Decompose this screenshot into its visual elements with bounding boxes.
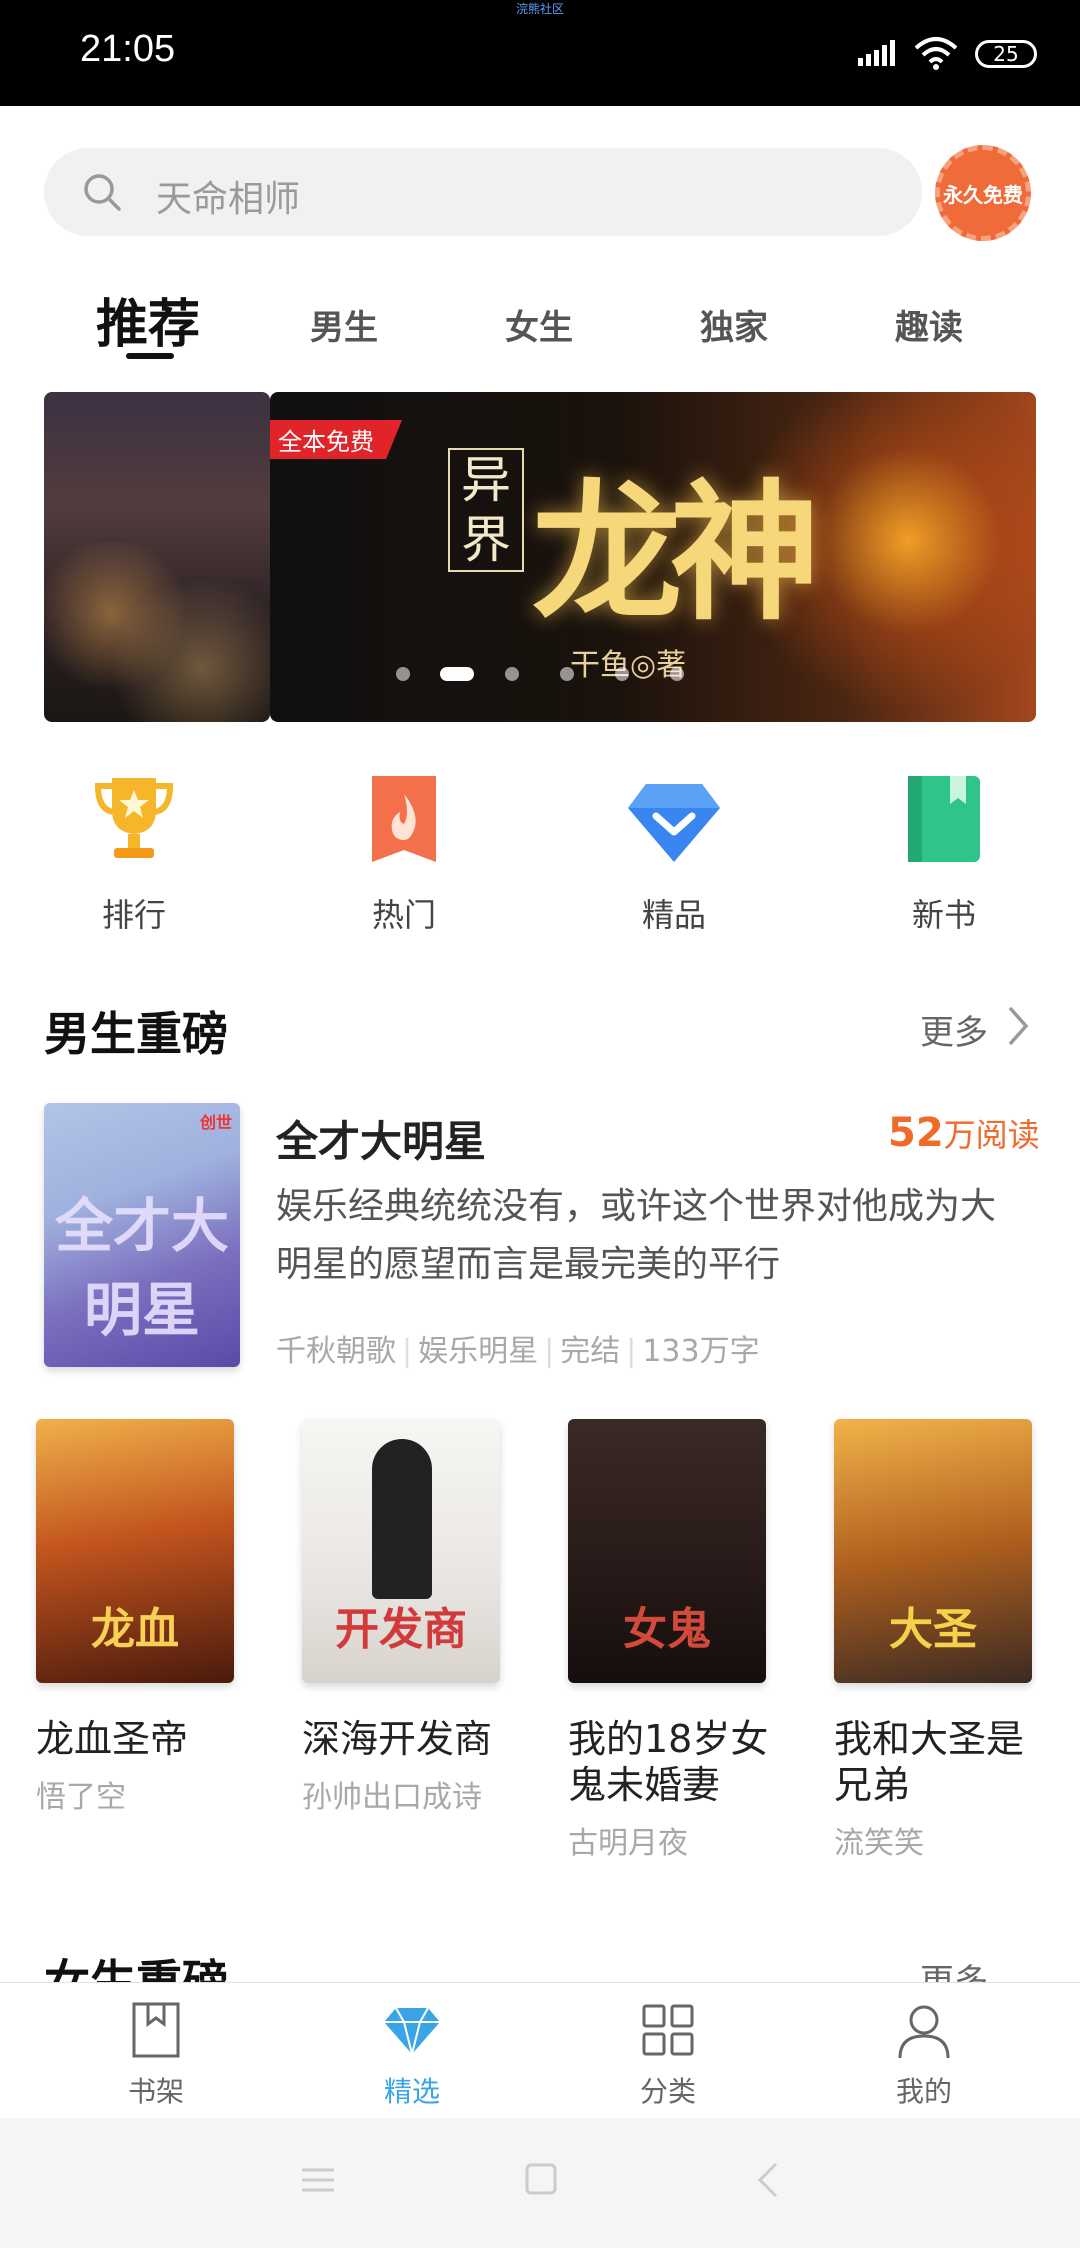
nav-profile[interactable]: 我的	[864, 2070, 984, 2110]
book-author: 流笑笑	[834, 1826, 924, 1861]
carousel-dot[interactable]	[615, 667, 629, 681]
tab-fun-read[interactable]: 趣读	[895, 300, 963, 349]
cover-text: 龙血	[91, 1604, 179, 1655]
cover-text: 开发商	[335, 1604, 467, 1655]
nav-category[interactable]: 分类	[608, 2070, 728, 2110]
featured-book-cover[interactable]: 创世 全才大明星	[44, 1103, 240, 1367]
read-count-unit: 万阅读	[943, 1116, 1040, 1154]
book-title[interactable]: 我的18岁女鬼未婚妻	[568, 1716, 778, 1808]
status-bar: 浣熊社区 21:05 25	[0, 0, 1080, 106]
book-cover[interactable]: 大圣	[834, 1419, 1032, 1683]
book-author: 古明月夜	[568, 1826, 688, 1861]
book-title[interactable]: 龙血圣帝	[36, 1716, 266, 1762]
diamond-icon[interactable]	[382, 2000, 442, 2060]
featured-book-title[interactable]: 全才大明星	[276, 1108, 486, 1169]
book-icon[interactable]	[894, 770, 994, 870]
system-navigation-bar	[0, 2118, 1080, 2248]
quick-link-hot[interactable]: 热门	[324, 890, 484, 936]
tab-exclusive[interactable]: 独家	[700, 300, 768, 349]
quick-link-premium[interactable]: 精品	[594, 890, 754, 936]
book-author: 千秋朝歌	[276, 1334, 396, 1369]
book-word-count: 133万字	[642, 1334, 760, 1369]
section-title-male: 男生重磅	[44, 1007, 228, 1061]
book-author: 孙帅出口成诗	[302, 1780, 482, 1815]
carousel-dot[interactable]	[396, 667, 410, 681]
cover-text: 女鬼	[623, 1604, 711, 1655]
carousel-dot[interactable]	[505, 667, 519, 681]
signal-icon	[858, 40, 895, 66]
tab-recommend[interactable]: 推荐	[96, 282, 200, 357]
book-cover[interactable]: 龙血	[36, 1419, 234, 1683]
tab-female[interactable]: 女生	[505, 300, 573, 349]
free-badge[interactable]: 永久免费	[935, 145, 1031, 241]
menu-icon[interactable]	[300, 2166, 336, 2196]
bookshelf-icon[interactable]	[126, 2000, 186, 2060]
banner-title-big: 龙神	[532, 465, 820, 641]
meta-separator: |	[626, 1334, 637, 1369]
featured-read-count: 52万阅读	[888, 1110, 1040, 1156]
banner-title-small: 异界	[448, 448, 524, 572]
quick-link-rank[interactable]: 排行	[54, 890, 214, 936]
book-cover[interactable]: 女鬼	[568, 1419, 766, 1683]
book-title[interactable]: 深海开发商	[302, 1716, 532, 1762]
nav-bookshelf[interactable]: 书架	[96, 2070, 216, 2110]
diamond-icon[interactable]	[624, 770, 724, 870]
profile-icon[interactable]	[894, 2000, 954, 2060]
back-icon[interactable]	[754, 2160, 780, 2200]
meta-separator: |	[402, 1334, 413, 1369]
tab-male[interactable]: 男生	[310, 300, 378, 349]
grid-icon[interactable]	[638, 2000, 698, 2060]
book-title[interactable]: 我和大圣是兄弟	[834, 1716, 1044, 1808]
tab-active-indicator	[126, 353, 174, 359]
clock: 21:05	[80, 28, 176, 70]
carrier-label: 浣熊社区	[515, 2, 564, 16]
book-cover[interactable]: 开发商	[302, 1419, 500, 1683]
flame-icon[interactable]	[354, 770, 454, 870]
cover-text: 大圣	[889, 1604, 977, 1655]
more-link[interactable]: 更多	[920, 1005, 988, 1054]
wifi-icon	[914, 37, 958, 70]
book-author: 悟了空	[36, 1780, 126, 1815]
banner-slide[interactable]: 全本免费 异界 龙神 干鱼◎著	[270, 392, 1036, 722]
battery-indicator: 25	[975, 40, 1037, 68]
carousel-dot[interactable]	[560, 667, 574, 681]
carousel-dot[interactable]	[670, 667, 684, 681]
carousel-dot-active[interactable]	[440, 667, 474, 681]
cover-publisher: 创世	[199, 1113, 232, 1132]
chevron-right-icon[interactable]	[1006, 1004, 1030, 1048]
featured-book-meta: 千秋朝歌 | 娱乐明星 | 完结 | 133万字	[276, 1326, 760, 1370]
quick-link-new[interactable]: 新书	[864, 890, 1024, 936]
book-category: 娱乐明星	[418, 1334, 539, 1369]
nav-featured[interactable]: 精选	[352, 2070, 472, 2110]
banner-tag: 全本免费	[270, 420, 402, 459]
search-placeholder: 天命相师	[156, 179, 301, 220]
search-bar[interactable]: 天命相师	[44, 148, 922, 236]
book-status: 完结	[560, 1334, 621, 1369]
search-icon	[84, 174, 121, 211]
cover-text: 全才大明星	[54, 1192, 229, 1344]
read-count-number: 52	[888, 1110, 944, 1156]
home-icon[interactable]	[524, 2162, 558, 2196]
banner-prev-slide[interactable]	[44, 392, 270, 722]
featured-book-description: 娱乐经典统统没有，或许这个世界对他成为大明星的愿望而言是最完美的平行	[276, 1186, 997, 1285]
trophy-icon[interactable]	[84, 770, 184, 870]
meta-separator: |	[544, 1334, 555, 1369]
